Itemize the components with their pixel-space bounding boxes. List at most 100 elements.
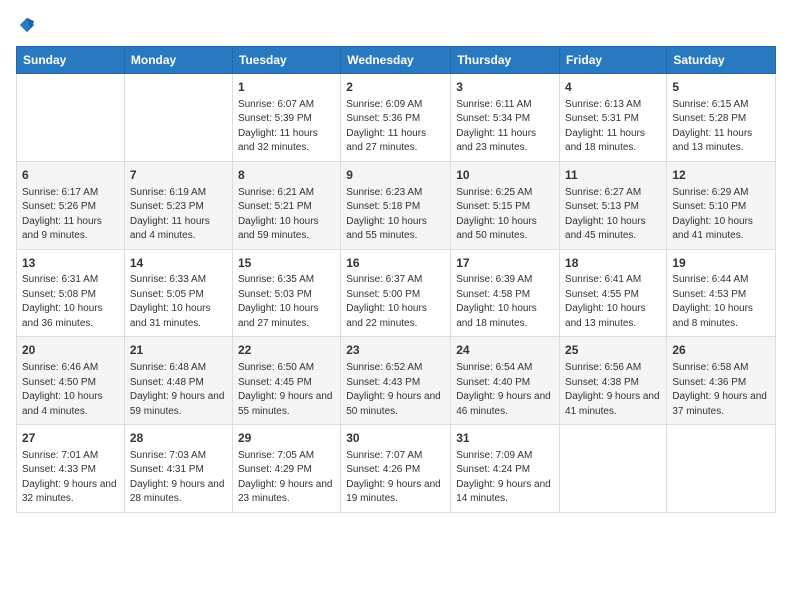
day-number: 17 xyxy=(456,255,554,272)
day-number: 21 xyxy=(130,342,227,359)
calendar-cell: 2 Sunrise: 6:09 AM Sunset: 5:36 PM Daylig… xyxy=(341,74,451,162)
day-info: Sunrise: 6:29 AM Sunset: 5:10 PM Dayligh… xyxy=(672,186,770,244)
calendar-cell: 5Sunrise: 6:15 AM Sunset: 5:28 PM Daylig… xyxy=(667,74,776,162)
day-info: Sunrise: 6:54 AM Sunset: 4:40 PM Dayligh… xyxy=(456,361,554,419)
calendar-cell: 23 Sunrise: 6:52 AM Sunset: 4:43 PM Dayli… xyxy=(341,337,451,425)
calendar-cell: 20Sunrise: 6:46 AM Sunset: 4:50 PM Dayli… xyxy=(17,337,125,425)
calendar-cell: 22 Sunrise: 6:50 AM Sunset: 4:45 PM Dayli… xyxy=(232,337,340,425)
weekday-header-friday: Friday xyxy=(560,47,667,74)
calendar-cell: 9Sunrise: 6:23 AM Sunset: 5:18 PM Daylig… xyxy=(341,161,451,249)
logo xyxy=(16,16,36,34)
day-info: Sunrise: 6:52 AM Sunset: 4:43 PM Dayligh… xyxy=(346,361,445,419)
day-info: Sunrise: 6:17 AM Sunset: 5:26 PM Dayligh… xyxy=(22,186,119,244)
day-number: 12 xyxy=(672,167,770,184)
calendar-cell: 28Sunrise: 7:03 AM Sunset: 4:31 PM Dayli… xyxy=(124,425,232,513)
day-number: 24 xyxy=(456,342,554,359)
day-number: 18 xyxy=(565,255,661,272)
day-info: Sunrise: 6:58 AM Sunset: 4:36 PM Dayligh… xyxy=(672,361,770,419)
calendar-cell: 8 Sunrise: 6:21 AM Sunset: 5:21 PM Daylig… xyxy=(232,161,340,249)
calendar-week-row: 6 Sunrise: 6:17 AM Sunset: 5:26 PM Daylig… xyxy=(17,161,776,249)
day-info: Sunrise: 6:25 AM Sunset: 5:15 PM Dayligh… xyxy=(456,186,554,244)
calendar-cell: 3Sunrise: 6:11 AM Sunset: 5:34 PM Daylig… xyxy=(451,74,560,162)
calendar-cell: 6 Sunrise: 6:17 AM Sunset: 5:26 PM Daylig… xyxy=(17,161,125,249)
weekday-header-saturday: Saturday xyxy=(667,47,776,74)
day-info: Sunrise: 6:37 AM Sunset: 5:00 PM Dayligh… xyxy=(346,273,445,331)
page-header xyxy=(16,16,776,34)
calendar-table: SundayMondayTuesdayWednesdayThursdayFrid… xyxy=(16,46,776,513)
day-info: Sunrise: 6:48 AM Sunset: 4:48 PM Dayligh… xyxy=(130,361,227,419)
day-number: 31 xyxy=(456,430,554,447)
weekday-header-thursday: Thursday xyxy=(451,47,560,74)
calendar-cell: 19Sunrise: 6:44 AM Sunset: 4:53 PM Dayli… xyxy=(667,249,776,337)
weekday-header-wednesday: Wednesday xyxy=(341,47,451,74)
calendar-cell: 25 Sunrise: 6:56 AM Sunset: 4:38 PM Dayli… xyxy=(560,337,667,425)
calendar-cell xyxy=(124,74,232,162)
calendar-cell xyxy=(560,425,667,513)
calendar-cell: 14Sunrise: 6:33 AM Sunset: 5:05 PM Dayli… xyxy=(124,249,232,337)
day-number: 14 xyxy=(130,255,227,272)
day-number: 16 xyxy=(346,255,445,272)
day-number: 23 xyxy=(346,342,445,359)
day-number: 19 xyxy=(672,255,770,272)
day-info: Sunrise: 7:07 AM Sunset: 4:26 PM Dayligh… xyxy=(346,449,445,507)
day-number: 8 xyxy=(238,167,335,184)
day-info: Sunrise: 6:21 AM Sunset: 5:21 PM Dayligh… xyxy=(238,186,335,244)
calendar-week-row: 20Sunrise: 6:46 AM Sunset: 4:50 PM Dayli… xyxy=(17,337,776,425)
day-info: Sunrise: 6:31 AM Sunset: 5:08 PM Dayligh… xyxy=(22,273,119,331)
day-info: Sunrise: 7:05 AM Sunset: 4:29 PM Dayligh… xyxy=(238,449,335,507)
day-number: 26 xyxy=(672,342,770,359)
calendar-cell: 29 Sunrise: 7:05 AM Sunset: 4:29 PM Dayli… xyxy=(232,425,340,513)
day-number: 7 xyxy=(130,167,227,184)
day-info: Sunrise: 6:13 AM Sunset: 5:31 PM Dayligh… xyxy=(565,98,661,156)
day-info: Sunrise: 6:19 AM Sunset: 5:23 PM Dayligh… xyxy=(130,186,227,244)
day-info: Sunrise: 6:33 AM Sunset: 5:05 PM Dayligh… xyxy=(130,273,227,331)
calendar-cell: 30Sunrise: 7:07 AM Sunset: 4:26 PM Dayli… xyxy=(341,425,451,513)
weekday-header-row: SundayMondayTuesdayWednesdayThursdayFrid… xyxy=(17,47,776,74)
weekday-header-monday: Monday xyxy=(124,47,232,74)
calendar-cell: 18Sunrise: 6:41 AM Sunset: 4:55 PM Dayli… xyxy=(560,249,667,337)
day-info: Sunrise: 6:09 AM Sunset: 5:36 PM Dayligh… xyxy=(346,98,445,156)
day-info: Sunrise: 6:39 AM Sunset: 4:58 PM Dayligh… xyxy=(456,273,554,331)
day-number: 11 xyxy=(565,167,661,184)
day-number: 27 xyxy=(22,430,119,447)
calendar-cell: 26 Sunrise: 6:58 AM Sunset: 4:36 PM Dayli… xyxy=(667,337,776,425)
calendar-cell: 21 Sunrise: 6:48 AM Sunset: 4:48 PM Dayli… xyxy=(124,337,232,425)
day-number: 25 xyxy=(565,342,661,359)
calendar-cell: 24 Sunrise: 6:54 AM Sunset: 4:40 PM Dayli… xyxy=(451,337,560,425)
day-info: Sunrise: 6:23 AM Sunset: 5:18 PM Dayligh… xyxy=(346,186,445,244)
day-info: Sunrise: 6:15 AM Sunset: 5:28 PM Dayligh… xyxy=(672,98,770,156)
day-info: Sunrise: 6:50 AM Sunset: 4:45 PM Dayligh… xyxy=(238,361,335,419)
calendar-cell: 31 Sunrise: 7:09 AM Sunset: 4:24 PM Dayli… xyxy=(451,425,560,513)
day-number: 13 xyxy=(22,255,119,272)
day-info: Sunrise: 6:56 AM Sunset: 4:38 PM Dayligh… xyxy=(565,361,661,419)
day-info: Sunrise: 6:07 AM Sunset: 5:39 PM Dayligh… xyxy=(238,98,335,156)
calendar-cell: 10 Sunrise: 6:25 AM Sunset: 5:15 PM Dayli… xyxy=(451,161,560,249)
day-info: Sunrise: 6:44 AM Sunset: 4:53 PM Dayligh… xyxy=(672,273,770,331)
day-number: 3 xyxy=(456,79,554,96)
calendar-cell: 11 Sunrise: 6:27 AM Sunset: 5:13 PM Dayli… xyxy=(560,161,667,249)
day-number: 4 xyxy=(565,79,661,96)
day-number: 2 xyxy=(346,79,445,96)
calendar-cell: 15Sunrise: 6:35 AM Sunset: 5:03 PM Dayli… xyxy=(232,249,340,337)
calendar-week-row: 13Sunrise: 6:31 AM Sunset: 5:08 PM Dayli… xyxy=(17,249,776,337)
day-number: 10 xyxy=(456,167,554,184)
calendar-week-row: 1Sunrise: 6:07 AM Sunset: 5:39 PM Daylig… xyxy=(17,74,776,162)
calendar-cell: 13Sunrise: 6:31 AM Sunset: 5:08 PM Dayli… xyxy=(17,249,125,337)
day-number: 22 xyxy=(238,342,335,359)
day-info: Sunrise: 6:46 AM Sunset: 4:50 PM Dayligh… xyxy=(22,361,119,419)
calendar-cell: 17Sunrise: 6:39 AM Sunset: 4:58 PM Dayli… xyxy=(451,249,560,337)
day-number: 28 xyxy=(130,430,227,447)
calendar-cell: 27 Sunrise: 7:01 AM Sunset: 4:33 PM Dayli… xyxy=(17,425,125,513)
calendar-cell xyxy=(667,425,776,513)
calendar-cell: 12 Sunrise: 6:29 AM Sunset: 5:10 PM Dayli… xyxy=(667,161,776,249)
day-number: 29 xyxy=(238,430,335,447)
calendar-cell: 4 Sunrise: 6:13 AM Sunset: 5:31 PM Daylig… xyxy=(560,74,667,162)
day-number: 6 xyxy=(22,167,119,184)
day-info: Sunrise: 6:35 AM Sunset: 5:03 PM Dayligh… xyxy=(238,273,335,331)
logo-icon xyxy=(18,16,36,34)
weekday-header-tuesday: Tuesday xyxy=(232,47,340,74)
calendar-cell: 16Sunrise: 6:37 AM Sunset: 5:00 PM Dayli… xyxy=(341,249,451,337)
day-info: Sunrise: 6:27 AM Sunset: 5:13 PM Dayligh… xyxy=(565,186,661,244)
day-info: Sunrise: 7:09 AM Sunset: 4:24 PM Dayligh… xyxy=(456,449,554,507)
day-info: Sunrise: 7:01 AM Sunset: 4:33 PM Dayligh… xyxy=(22,449,119,507)
